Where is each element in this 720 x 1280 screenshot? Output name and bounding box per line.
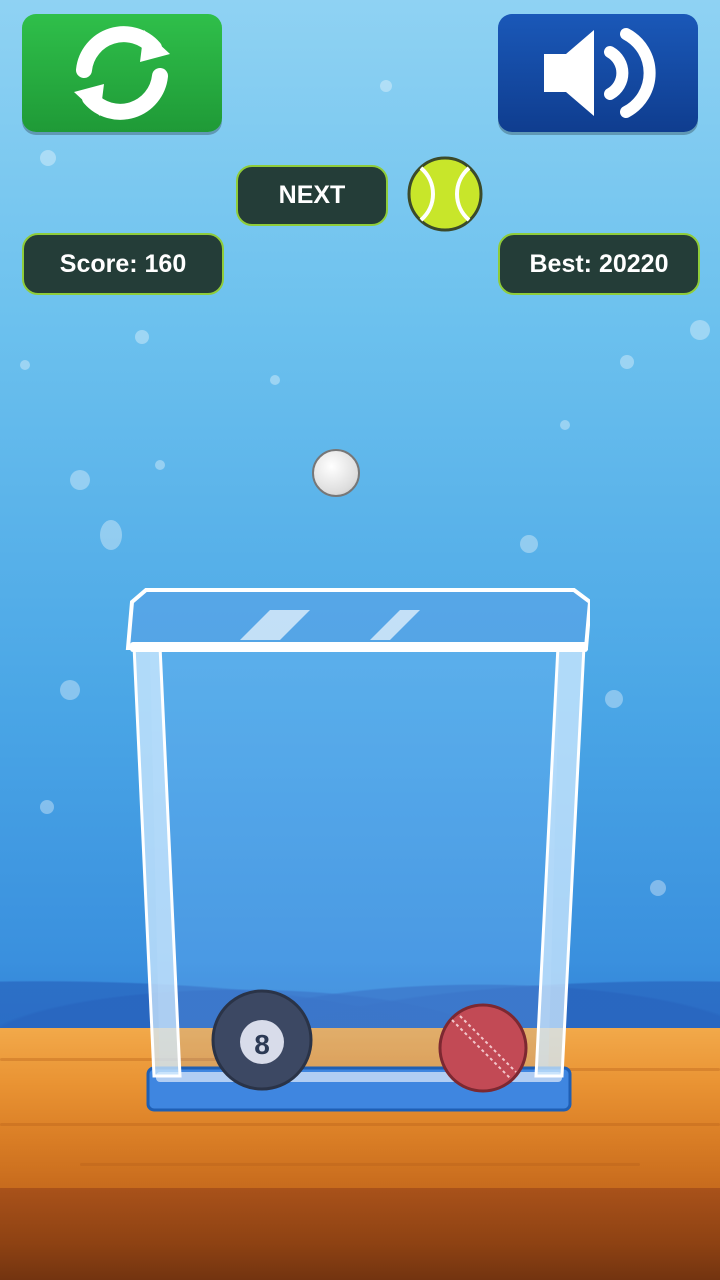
score-display: Score: 160	[22, 233, 224, 295]
cricket-ball	[438, 1003, 528, 1093]
sound-button[interactable]	[498, 14, 698, 132]
speaker-icon	[544, 28, 656, 118]
refresh-icon	[74, 26, 170, 120]
dropping-golf-ball[interactable]	[312, 449, 360, 497]
tennis-ball-icon	[407, 156, 483, 232]
table-edge	[0, 1188, 720, 1280]
glass-container	[125, 588, 590, 1112]
next-ball-preview	[407, 156, 483, 232]
best-score-display: Best: 20220	[498, 233, 700, 295]
restart-button[interactable]	[22, 14, 222, 132]
eight-ball-number: 8	[254, 1029, 270, 1060]
next-label: NEXT	[236, 165, 388, 226]
